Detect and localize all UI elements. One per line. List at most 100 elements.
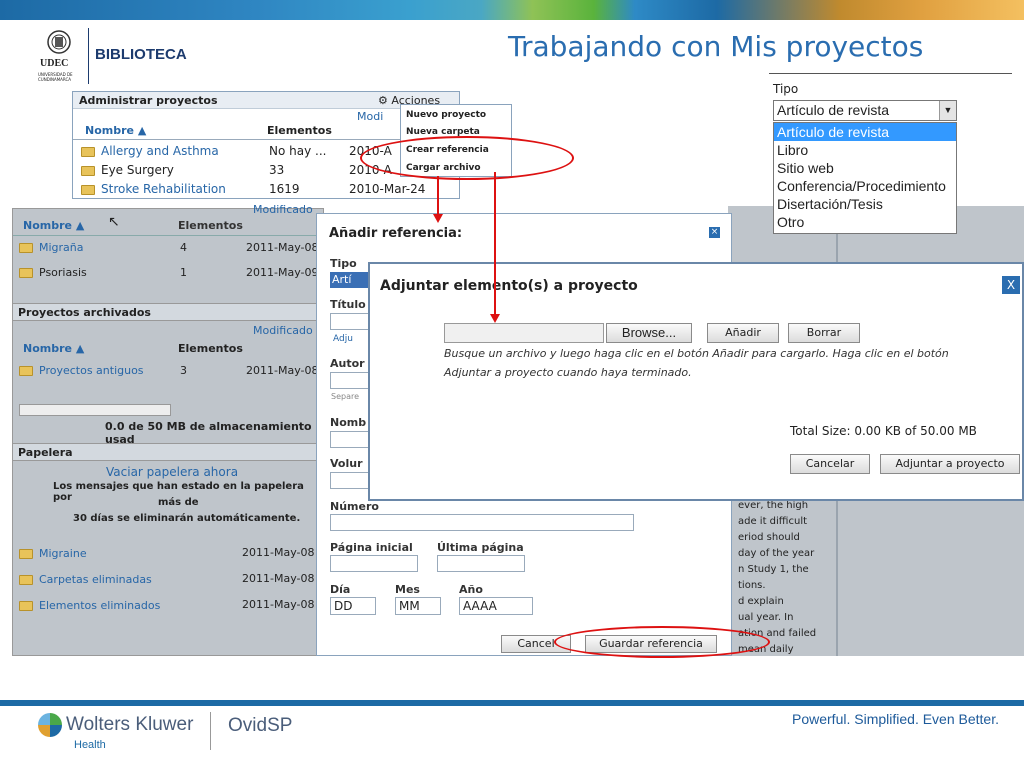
dialog-title: Añadir referencia: (329, 226, 463, 241)
help-text: Busque un archivo y luego haga clic en e… (444, 347, 949, 360)
cursor-icon: ↖ (108, 214, 120, 230)
highlight-ellipse (360, 136, 574, 180)
tipo-option[interactable]: Libro (774, 141, 956, 159)
tipo-option[interactable]: Disertación/Tesis (774, 195, 956, 213)
list-item[interactable]: Carpetas eliminadas (19, 573, 152, 586)
folder-plus-icon (19, 268, 33, 278)
add-button[interactable]: Añadir (707, 323, 779, 343)
browse-button[interactable]: Browse... (606, 323, 692, 343)
highlight-ellipse (554, 626, 770, 658)
title-label: Título (330, 298, 366, 311)
attach-link[interactable]: Adju (333, 334, 353, 344)
item-date: 2011-May-08 (242, 598, 315, 611)
cancel-button[interactable]: Cancelar (790, 454, 870, 474)
empty-trash-link[interactable]: Vaciar papelera ahora (106, 465, 238, 479)
start-page-input[interactable] (330, 555, 418, 572)
item-count: 3 (180, 364, 187, 377)
admin-col-items: Elementos (267, 124, 332, 137)
tagline: Powerful. Simplified. Even Better. (792, 711, 999, 727)
archived-modified: Modificado (253, 324, 313, 337)
volume-input[interactable] (330, 472, 370, 489)
menu-item-new-project[interactable]: Nuevo proyecto (406, 110, 486, 120)
item-date: 2011-May-09 (246, 266, 319, 279)
year-input[interactable]: AAAA (459, 597, 533, 615)
arrow-head-icon (433, 214, 443, 223)
archived-col-name[interactable]: Nombre ▲ (23, 342, 84, 355)
close-icon[interactable]: × (709, 227, 720, 238)
folder-icon (19, 601, 33, 611)
list-item[interactable]: Proyectos antiguos (19, 364, 144, 377)
logo-subtext: UNIVERSIDAD DE CUNDINAMARCA (38, 72, 73, 82)
logo-divider (88, 28, 89, 84)
top-banner (0, 0, 1024, 20)
file-input[interactable] (444, 323, 604, 343)
tipo-option[interactable]: Otro (774, 213, 956, 231)
close-icon[interactable]: X (1002, 276, 1020, 294)
number-label: Número (330, 500, 379, 513)
trash-note: 30 días se eliminarán automáticamente. (73, 513, 301, 524)
folder-icon (81, 146, 95, 157)
item-count: No hay ... (269, 144, 327, 158)
folder-icon (19, 575, 33, 585)
year-label: Año (459, 583, 483, 596)
tipo-option[interactable]: Artículo de revista (774, 123, 956, 141)
slide-title: Trabajando con Mis proyectos (508, 30, 924, 63)
attach-title: Adjuntar elemento(s) a proyecto (380, 278, 638, 294)
tipo-option[interactable]: Sitio web (774, 159, 956, 177)
admin-col-name[interactable]: Nombre ▲ (85, 124, 146, 137)
chevron-down-icon[interactable]: ▼ (939, 101, 956, 120)
list-item[interactable]: Allergy and Asthma (81, 144, 219, 158)
total-size: Total Size: 0.00 KB of 50.00 MB (790, 424, 977, 438)
item-date: 2011-May-08 (242, 572, 315, 585)
admin-modified: Modi (357, 110, 384, 123)
arrow-line (437, 176, 439, 216)
footer-divider (210, 712, 211, 750)
modified-header: Modificado (253, 203, 313, 216)
col-name[interactable]: Nombre ▲ (23, 219, 84, 232)
list-item[interactable]: Psoriasis (19, 266, 87, 279)
list-item[interactable]: Migraine (19, 547, 87, 560)
tipo-select[interactable]: Artí (330, 272, 370, 288)
folder-icon (19, 243, 33, 253)
name-label: Nomb (330, 416, 367, 429)
attach-to-project-button[interactable]: Adjuntar a proyecto (880, 454, 1020, 474)
volume-label: Volur (330, 457, 363, 470)
clear-button[interactable]: Borrar (788, 323, 860, 343)
folder-plus-icon (81, 184, 95, 195)
end-page-input[interactable] (437, 555, 525, 572)
list-item[interactable]: Stroke Rehabilitation (81, 182, 226, 196)
number-input[interactable] (330, 514, 634, 531)
item-count: 1619 (269, 182, 300, 196)
day-input[interactable]: DD (330, 597, 376, 615)
tipo-options: Artículo de revista Libro Sitio web Conf… (773, 122, 957, 234)
list-item[interactable]: Elementos eliminados (19, 599, 160, 612)
trash-header: Papelera (13, 443, 323, 461)
name-input[interactable] (330, 431, 370, 448)
day-label: Día (330, 583, 351, 596)
projects-panel: Modificado Nombre ▲ Elementos ↖ Migraña … (12, 203, 324, 656)
author-input[interactable] (330, 372, 370, 389)
item-count: 33 (269, 163, 285, 177)
end-page-label: Última página (437, 541, 524, 554)
item-count: 1 (180, 266, 187, 279)
footer-bar (0, 700, 1024, 706)
archived-header: Proyectos archivados (13, 303, 323, 321)
col-items: Elementos (178, 219, 243, 232)
folder-icon (19, 549, 33, 559)
item-date: 2010-Mar-24 (349, 182, 426, 196)
tipo-label: Tipo (330, 257, 357, 270)
udec-logo: UDEC UNIVERSIDAD DE CUNDINAMARCA (38, 28, 80, 84)
tipo-option[interactable]: Conferencia/Procedimiento (774, 177, 956, 195)
product-name: OvidSP (228, 715, 293, 736)
title-input[interactable] (330, 313, 370, 330)
folder-icon (19, 366, 33, 376)
item-date: 2011-May-08 (246, 241, 319, 254)
month-input[interactable]: MM (395, 597, 441, 615)
logo-text: UDEC (40, 58, 69, 69)
attach-dialog: Adjuntar elemento(s) a proyecto X Browse… (368, 262, 1024, 501)
tipo-select[interactable]: Artículo de revista ▼ (773, 100, 957, 121)
list-item[interactable]: Migraña (19, 241, 84, 254)
list-item[interactable]: Eye Surgery (81, 163, 174, 177)
archived-col-items: Elementos (178, 342, 243, 355)
library-label: BIBLIOTECA (95, 46, 187, 63)
